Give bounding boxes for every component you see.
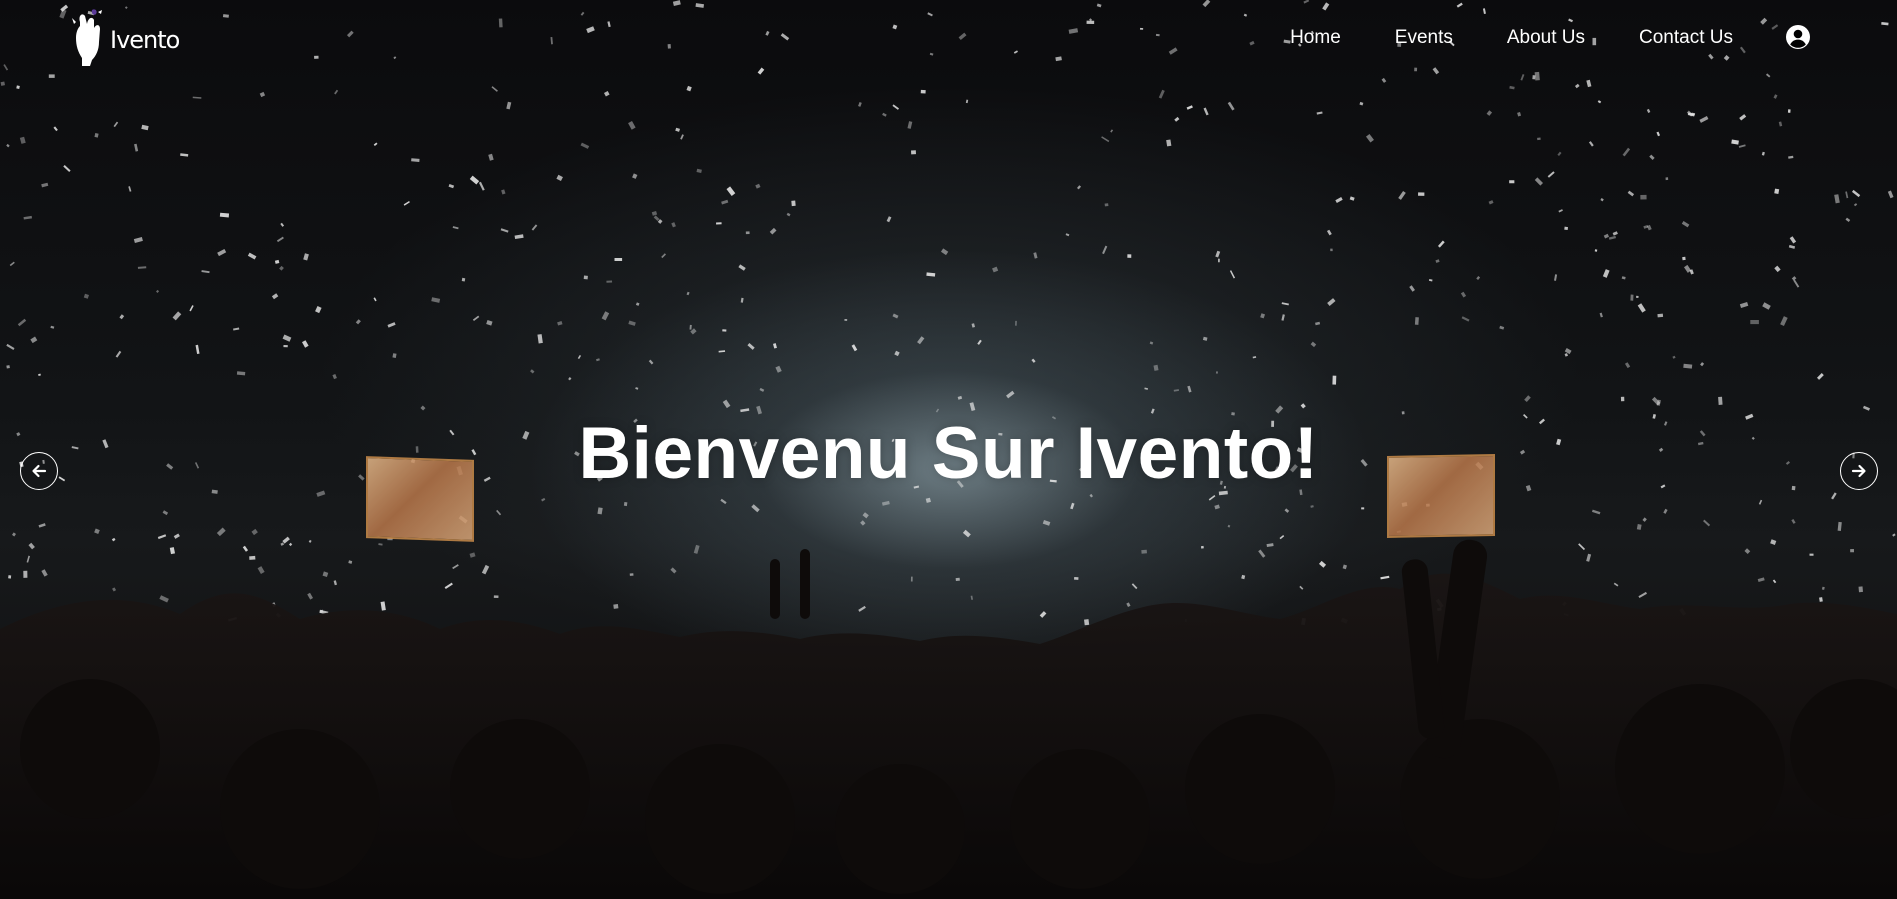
carousel-prev-button[interactable] xyxy=(20,452,58,490)
nav-link-home[interactable]: Home xyxy=(1290,27,1341,49)
raised-hand-logo-icon xyxy=(72,9,102,66)
brand-logo[interactable]: Ivento xyxy=(70,6,180,66)
brand-name: Ivento xyxy=(110,26,180,54)
carousel-next-button[interactable] xyxy=(1840,452,1878,490)
nav-link-events[interactable]: Events xyxy=(1395,27,1453,49)
hero-title: Bienvenu Sur Ivento! xyxy=(578,413,1319,494)
nav-link-contact-us[interactable]: Contact Us xyxy=(1639,27,1733,49)
arrow-right-icon xyxy=(1851,464,1866,478)
crowd-silhouette xyxy=(0,539,1897,899)
navbar: Ivento Home Events About Us Contact Us xyxy=(0,0,1897,76)
nav-menu: Home Events About Us Contact Us xyxy=(1290,0,1897,76)
nav-link-about-us[interactable]: About Us xyxy=(1507,27,1585,49)
arrow-left-icon xyxy=(32,464,47,478)
hero-carousel: Ivento Home Events About Us Contact Us B… xyxy=(0,0,1897,899)
user-circle-icon[interactable] xyxy=(1785,24,1811,50)
